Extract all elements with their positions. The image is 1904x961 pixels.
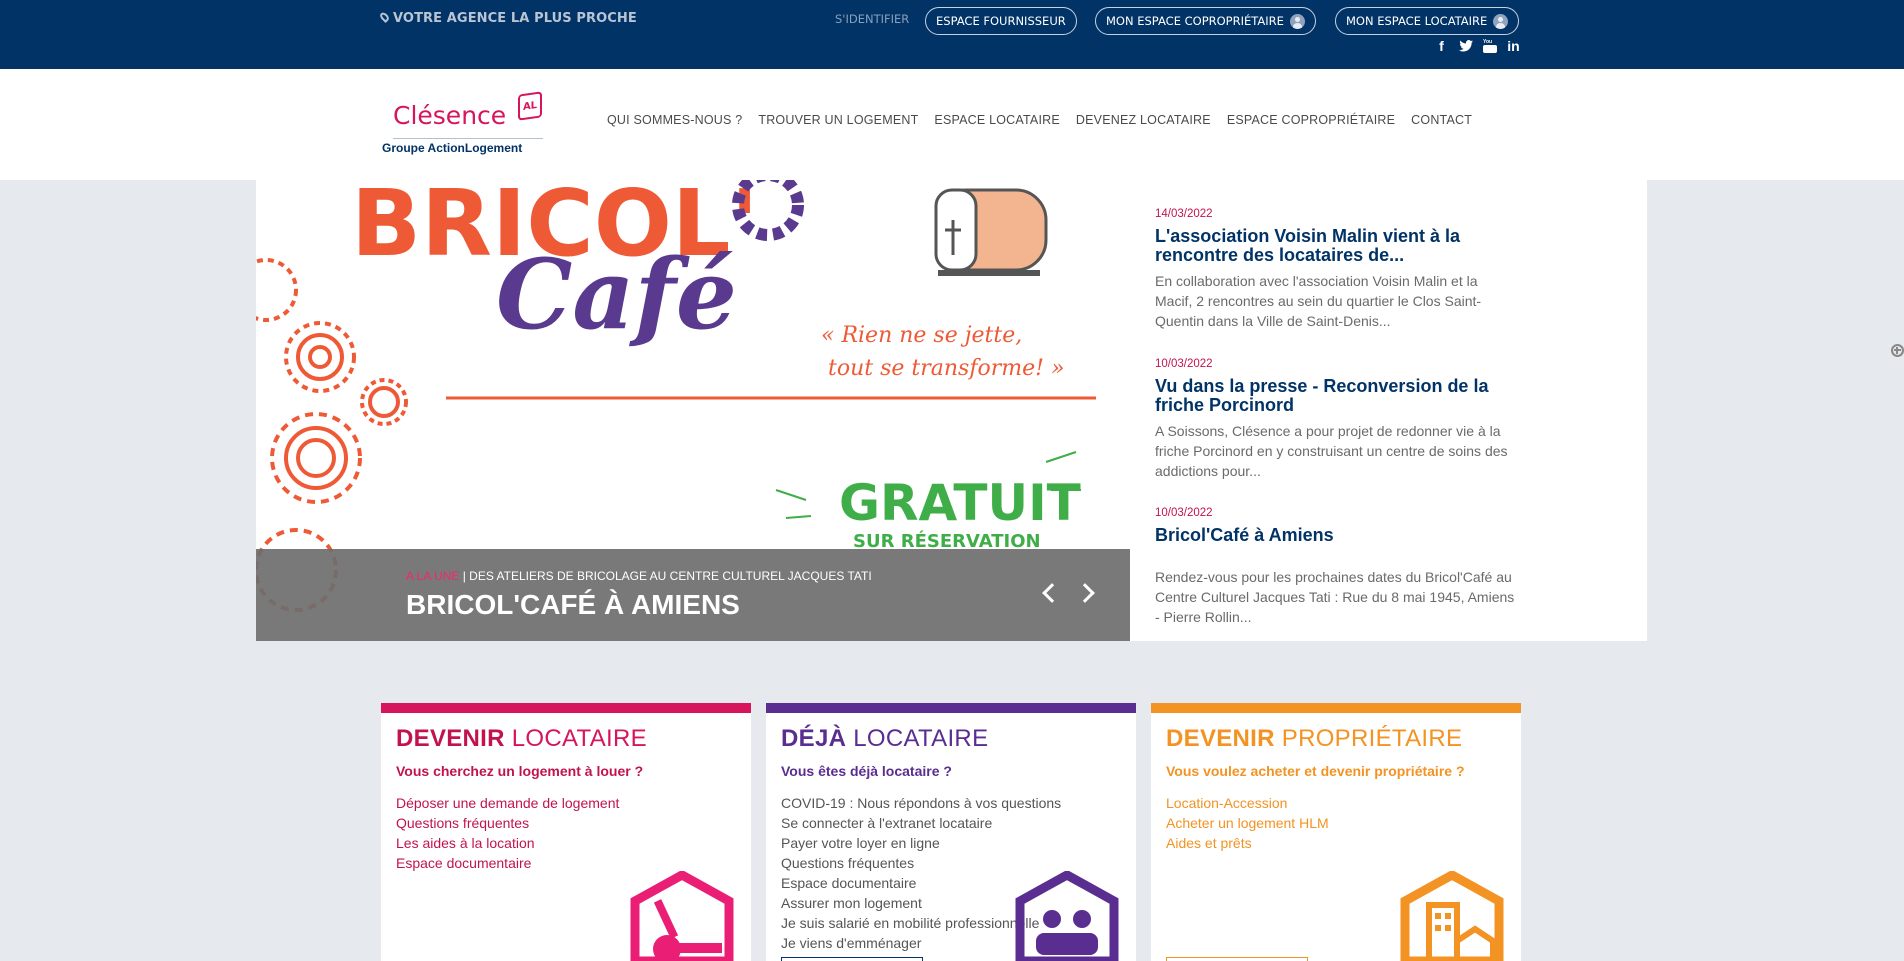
supplier-space-button[interactable]: ESPACE FOURNISSEUR bbox=[925, 7, 1077, 35]
site-header: Clésence AL Groupe ActionLogement QUI SO… bbox=[0, 69, 1904, 180]
news-date: 10/03/2022 bbox=[1155, 507, 1213, 519]
slide-caption[interactable]: A LA UNE | DES ATELIERS DE BRICOLAGE AU … bbox=[256, 549, 1130, 641]
card-accent-bar bbox=[1151, 703, 1521, 713]
user-icon bbox=[1493, 13, 1509, 29]
nav-about[interactable]: QUI SOMMES-NOUS ? bbox=[607, 113, 742, 127]
news-date: 10/03/2022 bbox=[1155, 358, 1213, 370]
card-link[interactable]: Déposer une demande de logement bbox=[396, 793, 751, 813]
chevron-right-icon[interactable] bbox=[1072, 577, 1102, 607]
facebook-icon[interactable]: f bbox=[1434, 37, 1449, 54]
card-accent-bar bbox=[766, 703, 1136, 713]
supplier-space-label: ESPACE FOURNISSEUR bbox=[936, 14, 1066, 28]
card-links: Déposer une demande de logement Question… bbox=[396, 793, 751, 873]
news-date: 14/03/2022 bbox=[1155, 208, 1213, 220]
nearest-agency-link[interactable]: VOTRE AGENCE LA PLUS PROCHE bbox=[378, 10, 637, 26]
slide-kicker-text: | DES ATELIERS DE BRICOLAGE AU CENTRE CU… bbox=[459, 569, 872, 583]
card-link[interactable]: Questions fréquentes bbox=[396, 813, 751, 833]
logo-brand: Clésence bbox=[393, 101, 507, 130]
tenant-space-label: MON ESPACE LOCATAIRE bbox=[1346, 14, 1488, 28]
card-link[interactable]: Se connecter à l'extranet locataire bbox=[781, 813, 1136, 833]
card-become-owner: DEVENIR PROPRIÉTAIRE Vous voulez acheter… bbox=[1151, 703, 1521, 961]
card-accent-bar bbox=[381, 703, 751, 713]
poster-quote-line1: « Rien ne se jette, bbox=[821, 323, 1022, 348]
clesence-logo[interactable]: Clésence AL Groupe ActionLogement bbox=[381, 91, 546, 157]
twitter-icon[interactable] bbox=[1458, 37, 1473, 54]
slide-title[interactable]: BRICOL'CAFÉ À AMIENS bbox=[406, 589, 740, 621]
slide-kicker-tag: A LA UNE bbox=[406, 569, 460, 583]
card-title: DÉJÀ LOCATAIRE bbox=[781, 725, 989, 752]
nav-become-tenant[interactable]: DEVENEZ LOCATAIRE bbox=[1076, 113, 1211, 127]
card-link[interactable]: Questions fréquentes bbox=[781, 853, 1136, 873]
building-house-icon bbox=[1400, 871, 1504, 961]
card-question: Vous voulez acheter et devenir propriéta… bbox=[1166, 763, 1465, 779]
chevron-left-icon[interactable] bbox=[1034, 577, 1064, 607]
logo-divider bbox=[393, 138, 543, 139]
news-excerpt: A Soissons, Clésence a pour projet de re… bbox=[1155, 423, 1508, 479]
poster-title-cafe: Café bbox=[496, 238, 737, 351]
top-bar: VOTRE AGENCE LA PLUS PROCHE S'IDENTIFIER… bbox=[0, 0, 1904, 69]
youtube-icon[interactable]: You bbox=[1482, 37, 1497, 54]
nav-contact[interactable]: CONTACT bbox=[1411, 113, 1472, 127]
card-link[interactable]: COVID-19 : Nous répondons à vos question… bbox=[781, 793, 1136, 813]
card-question: Vous cherchez un logement à louer ? bbox=[396, 763, 644, 779]
toaster-illustration bbox=[934, 188, 1048, 276]
card-title: DEVENIR PROPRIÉTAIRE bbox=[1166, 725, 1463, 752]
poster-free: GRATUIT bbox=[839, 474, 1081, 532]
card-button[interactable] bbox=[781, 957, 923, 961]
card-link[interactable]: Aides et prêts bbox=[1166, 833, 1521, 853]
nav-tenant-space[interactable]: ESPACE LOCATAIRE bbox=[934, 113, 1059, 127]
card-title: DEVENIR LOCATAIRE bbox=[396, 725, 647, 752]
card-link[interactable]: Location-Accession bbox=[1166, 793, 1521, 813]
house-key-icon bbox=[630, 871, 734, 961]
expand-plus-icon[interactable] bbox=[1891, 344, 1904, 357]
news-item[interactable]: 10/03/2022 Bricol'Café à Amiens Rendez-v… bbox=[1155, 507, 1515, 627]
slide-kicker: A LA UNE | DES ATELIERS DE BRICOLAGE AU … bbox=[406, 569, 872, 583]
news-excerpt: En collaboration avec l'association Vois… bbox=[1155, 273, 1482, 329]
user-icon bbox=[1289, 13, 1305, 29]
tenant-space-button[interactable]: MON ESPACE LOCATAIRE bbox=[1335, 7, 1520, 35]
logo-group: Groupe ActionLogement bbox=[382, 141, 523, 155]
nearest-agency-label: VOTRE AGENCE LA PLUS PROCHE bbox=[393, 11, 637, 26]
nav-co-owner-space[interactable]: ESPACE COPROPRIÉTAIRE bbox=[1227, 113, 1395, 127]
linkedin-icon[interactable]: in bbox=[1506, 37, 1521, 54]
main-nav: QUI SOMMES-NOUS ? TROUVER UN LOGEMENT ES… bbox=[607, 113, 1472, 127]
card-link[interactable]: Payer votre loyer en ligne bbox=[781, 833, 1136, 853]
logo-badge: AL bbox=[518, 91, 542, 121]
poster-quote-line2: tout se transforme! » bbox=[828, 356, 1064, 381]
card-link[interactable]: Les aides à la location bbox=[396, 833, 751, 853]
card-current-tenant: DÉJÀ LOCATAIRE Vous êtes déjà locataire … bbox=[766, 703, 1136, 961]
news-title[interactable]: Bricol'Café à Amiens bbox=[1155, 526, 1515, 545]
co-owner-space-button[interactable]: MON ESPACE COPROPRIÉTAIRE bbox=[1095, 7, 1316, 35]
social-links: f You in bbox=[1434, 37, 1521, 54]
nav-find-housing[interactable]: TROUVER UN LOGEMENT bbox=[758, 113, 918, 127]
news-title[interactable]: L'association Voisin Malin vient à la re… bbox=[1155, 227, 1515, 265]
card-become-tenant: DEVENIR LOCATAIRE Vous cherchez un logem… bbox=[381, 703, 751, 961]
news-excerpt: Rendez-vous pour les prochaines dates du… bbox=[1155, 569, 1515, 625]
map-pin-icon bbox=[378, 10, 391, 24]
sign-in-link[interactable]: S'IDENTIFIER bbox=[835, 12, 909, 26]
card-links: Location-Accession Acheter un logement H… bbox=[1166, 793, 1521, 853]
card-question: Vous êtes déjà locataire ? bbox=[781, 763, 952, 779]
hero-section: BRICOL' Café « Rien ne se jette, tout se… bbox=[256, 180, 1647, 641]
card-link[interactable]: Acheter un logement HLM bbox=[1166, 813, 1521, 833]
news-item[interactable]: 14/03/2022 L'association Voisin Malin vi… bbox=[1155, 208, 1515, 331]
news-title[interactable]: Vu dans la presse - Reconversion de la f… bbox=[1155, 377, 1515, 415]
svg-text:You: You bbox=[1483, 39, 1492, 45]
co-owner-space-label: MON ESPACE COPROPRIÉTAIRE bbox=[1106, 14, 1284, 28]
news-item[interactable]: 10/03/2022 Vu dans la presse - Reconvers… bbox=[1155, 358, 1515, 481]
card-button[interactable] bbox=[1166, 957, 1308, 961]
featured-slide[interactable]: BRICOL' Café « Rien ne se jette, tout se… bbox=[256, 180, 1130, 641]
card-link[interactable]: Espace documentaire bbox=[396, 853, 751, 873]
house-family-icon bbox=[1015, 871, 1119, 961]
